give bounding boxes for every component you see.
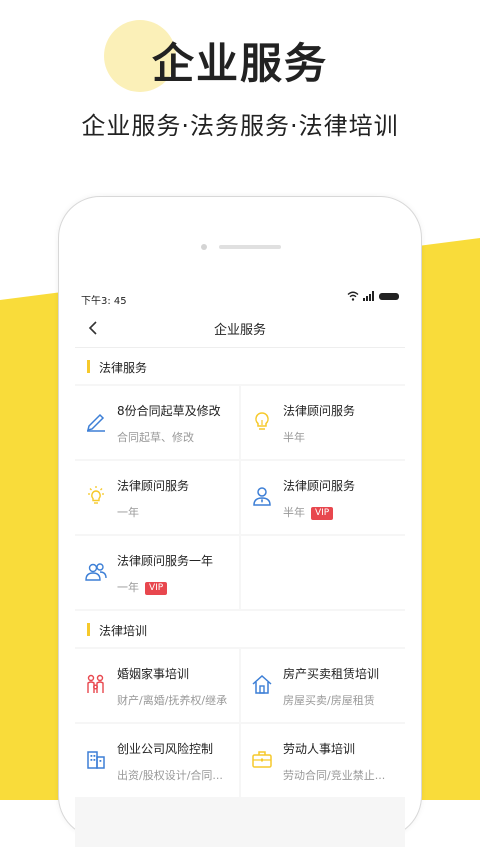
training-desc: 劳动合同/竞业禁止... [283, 769, 386, 782]
vip-badge: VIP [145, 582, 168, 595]
service-card[interactable]: 8份合同起草及修改 合同起草、修改 [75, 386, 239, 459]
section-accent-bar [87, 360, 90, 373]
status-time: 下午3: 45 [81, 296, 127, 307]
training-card[interactable]: 房产买卖租赁培训 房屋买卖/房屋租赁 [241, 649, 405, 722]
nav-bar: 企业服务 [75, 309, 405, 348]
training-title: 婚姻家事培训 [117, 667, 190, 681]
family-icon [87, 674, 104, 693]
service-card[interactable]: 法律顾问服务 半年 VIP [241, 461, 405, 534]
service-desc-text: 半年 [283, 506, 305, 519]
service-desc: 半年 [283, 431, 305, 444]
training-title: 劳动人事培训 [283, 742, 356, 756]
training-desc: 财产/离婚/抚养权/继承 [117, 694, 228, 707]
training-desc: 出资/股权设计/合同... [117, 769, 223, 782]
user-icon [253, 487, 271, 506]
service-desc: 半年 VIP [283, 504, 334, 520]
training-card[interactable]: 劳动人事培训 劳动合同/竞业禁止... [241, 724, 405, 797]
training-desc: 房屋买卖/房屋租赁 [283, 694, 375, 707]
phone-speaker [219, 245, 281, 249]
pencil-icon [86, 413, 105, 432]
lightbulb-glow-icon [88, 486, 104, 504]
service-title: 法律顾问服务 [283, 479, 356, 493]
service-card[interactable]: 法律顾问服务 一年 [75, 461, 239, 534]
service-desc: 合同起草、修改 [117, 431, 194, 444]
battery-icon [379, 292, 399, 300]
service-title: 法律顾问服务 [283, 404, 356, 418]
section-header-legal-training: 法律培训 [75, 611, 405, 647]
section-title: 法律培训 [99, 624, 148, 638]
section-header-legal-services: 法律服务 [75, 348, 405, 384]
hero-subtitle: 企业服务·法务服务·法律培训 [81, 112, 399, 140]
vip-badge: VIP [311, 507, 334, 520]
lightbulb-icon [255, 412, 269, 430]
training-card[interactable]: 婚姻家事培训 财产/离婚/抚养权/继承 [75, 649, 239, 722]
training-title: 房产买卖租赁培训 [283, 667, 380, 681]
signal-icon [363, 291, 374, 301]
phone-camera [201, 244, 207, 250]
app-screen: 下午3: 45 企业服务 法律服务 8份合同起草及修改 合同起草、修改 法律顾问… [75, 287, 405, 847]
section-accent-bar [87, 623, 90, 636]
service-desc-text: 一年 [117, 581, 139, 594]
users-icon [85, 563, 107, 581]
service-desc: 一年 VIP [117, 579, 168, 595]
status-bar: 下午3: 45 [75, 287, 405, 309]
service-card[interactable]: 法律顾问服务 半年 [241, 386, 405, 459]
service-title: 8份合同起草及修改 [117, 404, 221, 418]
service-card[interactable]: 法律顾问服务一年 一年 VIP [75, 536, 239, 609]
house-icon [252, 674, 272, 694]
building-icon [87, 751, 105, 769]
training-card[interactable]: 创业公司风险控制 出资/股权设计/合同... [75, 724, 239, 797]
page-title: 企业服务 [213, 323, 266, 338]
empty-card [241, 536, 405, 609]
section-title: 法律服务 [99, 361, 148, 375]
hero-title: 企业服务 [151, 39, 328, 88]
service-desc: 一年 [117, 506, 139, 519]
status-icons [347, 291, 399, 301]
training-title: 创业公司风险控制 [117, 742, 214, 756]
briefcase-icon [252, 751, 272, 768]
wifi-icon [347, 291, 359, 301]
service-title: 法律顾问服务 [117, 479, 190, 493]
service-title: 法律顾问服务一年 [117, 554, 214, 568]
phone-mockup: 下午3: 45 企业服务 法律服务 8份合同起草及修改 合同起草、修改 法律顾问… [58, 196, 422, 847]
